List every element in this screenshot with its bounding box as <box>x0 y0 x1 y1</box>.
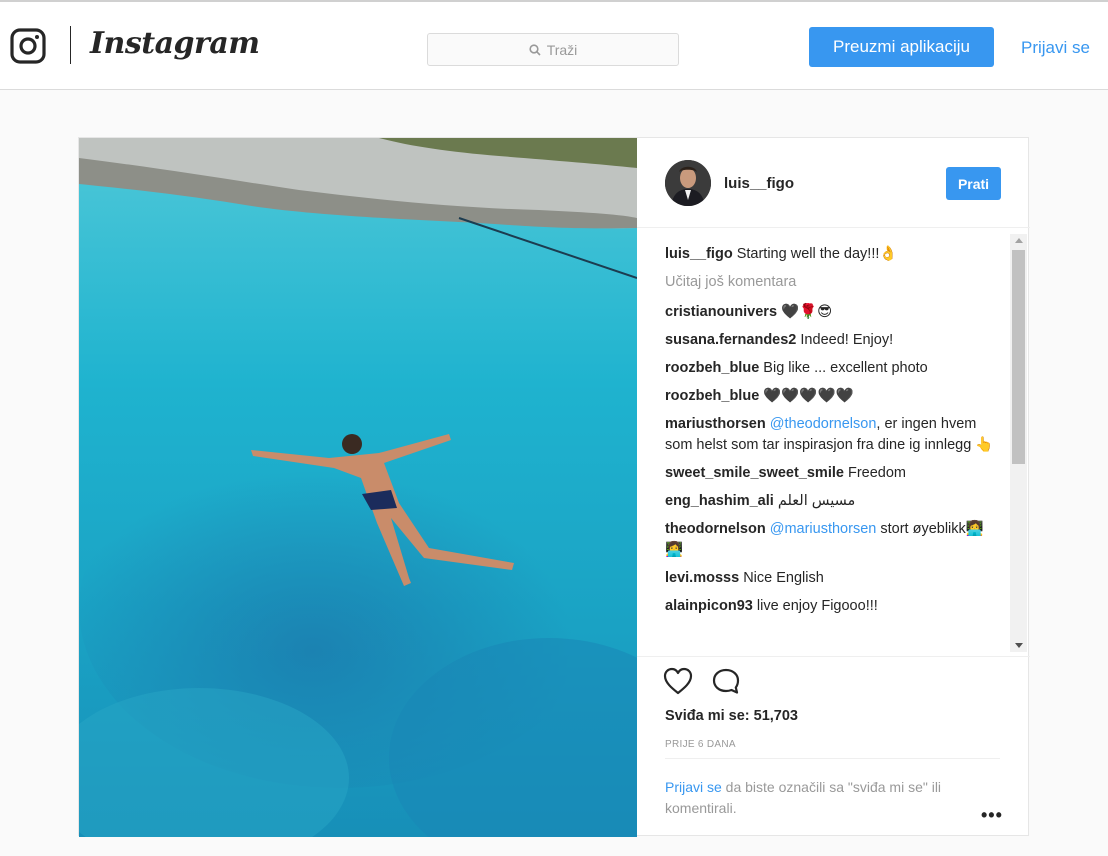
load-more-comments[interactable]: Učitaj još komentara <box>665 272 995 293</box>
comment-text: Big like ... excellent photo <box>763 360 928 376</box>
comment-username[interactable]: mariusthorsen <box>665 416 766 432</box>
comment: roozbeh_blue Big like ... excellent phot… <box>665 358 995 379</box>
comment-text: 🖤🌹😎 <box>781 304 833 320</box>
search-input[interactable]: Traži <box>427 33 679 66</box>
comment-text: مسيس العلم <box>777 493 856 509</box>
likes-count[interactable]: Sviđa mi se: 51,703 <box>665 708 798 724</box>
comment-mention[interactable]: @mariusthorsen <box>770 521 877 537</box>
search-placeholder: Traži <box>546 41 578 58</box>
nav-divider <box>70 26 71 64</box>
post-header: luis__figo Prati <box>637 138 1030 228</box>
comment-bubble-icon[interactable] <box>711 667 741 695</box>
comment-mention[interactable]: @theodornelson <box>770 416 877 432</box>
post-timestamp[interactable]: PRIJE 6 DANA <box>665 739 736 750</box>
instagram-wordmark[interactable]: Instagram <box>90 26 260 61</box>
comment-text: 🖤🖤🖤🖤🖤 <box>763 388 854 404</box>
comment-username[interactable]: roozbeh_blue <box>665 388 759 404</box>
instagram-camera-icon[interactable] <box>10 28 46 64</box>
comment-text: Nice English <box>743 570 824 586</box>
comments-panel[interactable]: luis__figo Starting well the day!!!👌 Uči… <box>637 234 1030 654</box>
comment: eng_hashim_ali مسيس العلم <box>665 491 995 512</box>
comment-username[interactable]: theodornelson <box>665 521 766 537</box>
comment-username[interactable]: levi.mosss <box>665 570 739 586</box>
avatar-image <box>665 160 711 206</box>
comment-text: live enjoy Figooo!!! <box>756 598 878 614</box>
like-heart-icon[interactable] <box>663 667 693 695</box>
scrollbar-thumb[interactable] <box>1012 250 1025 464</box>
comment: roozbeh_blue 🖤🖤🖤🖤🖤 <box>665 386 995 407</box>
comment: theodornelson @mariusthorsen stort øyebl… <box>665 519 995 561</box>
caption-username[interactable]: luis__figo <box>665 246 733 262</box>
login-prompt: Prijavi se da biste označili sa "sviđa m… <box>665 777 975 819</box>
avatar[interactable] <box>665 160 711 206</box>
comment-username[interactable]: roozbeh_blue <box>665 360 759 376</box>
more-options-icon[interactable]: ••• <box>981 805 1003 826</box>
login-prompt-link[interactable]: Prijavi se <box>665 779 722 795</box>
get-app-button[interactable]: Preuzmi aplikaciju <box>809 27 994 67</box>
comment: levi.mosss Nice English <box>665 568 995 589</box>
comment: sweet_smile_sweet_smile Freedom <box>665 463 995 484</box>
search-icon <box>529 43 541 56</box>
comment-username[interactable]: cristianounivers <box>665 304 777 320</box>
post-card: luis__figo Prati luis__figo Starting wel… <box>78 137 1030 837</box>
scroll-down-arrow-icon[interactable] <box>1015 643 1023 648</box>
comment-username[interactable]: eng_hashim_ali <box>665 493 774 509</box>
follow-button[interactable]: Prati <box>946 167 1001 200</box>
comment-text: Indeed! Enjoy! <box>800 332 894 348</box>
comments-scrollbar[interactable] <box>1010 234 1027 652</box>
comment-username[interactable]: sweet_smile_sweet_smile <box>665 465 844 481</box>
comments-list: luis__figo Starting well the day!!!👌 Uči… <box>665 244 995 624</box>
login-link[interactable]: Prijavi se <box>1021 38 1090 58</box>
comment-username[interactable]: susana.fernandes2 <box>665 332 796 348</box>
action-icons <box>663 667 741 695</box>
top-nav: Instagram Traži Preuzmi aplikaciju Prija… <box>0 0 1108 90</box>
caption-text: Starting well the day!!!👌 <box>736 246 898 262</box>
comment: alainpicon93 live enjoy Figooo!!! <box>665 596 995 617</box>
comment: susana.fernandes2 Indeed! Enjoy! <box>665 330 995 351</box>
comment-text: Freedom <box>847 465 907 481</box>
post-actions: Sviđa mi se: 51,703 PRIJE 6 DANA Prijavi… <box>637 656 1030 837</box>
photo-illustration <box>79 138 637 837</box>
scroll-up-arrow-icon[interactable] <box>1015 238 1023 243</box>
post-photo[interactable] <box>79 138 637 837</box>
comment: mariusthorsen @theodornelson, er ingen h… <box>665 414 995 456</box>
post-username[interactable]: luis__figo <box>724 175 794 192</box>
comment: cristianounivers 🖤🌹😎 <box>665 302 995 323</box>
caption: luis__figo Starting well the day!!!👌 <box>665 244 995 265</box>
comment-username[interactable]: alainpicon93 <box>665 598 753 614</box>
post-sidebar: luis__figo Prati luis__figo Starting wel… <box>637 138 1030 837</box>
divider <box>665 758 1000 759</box>
